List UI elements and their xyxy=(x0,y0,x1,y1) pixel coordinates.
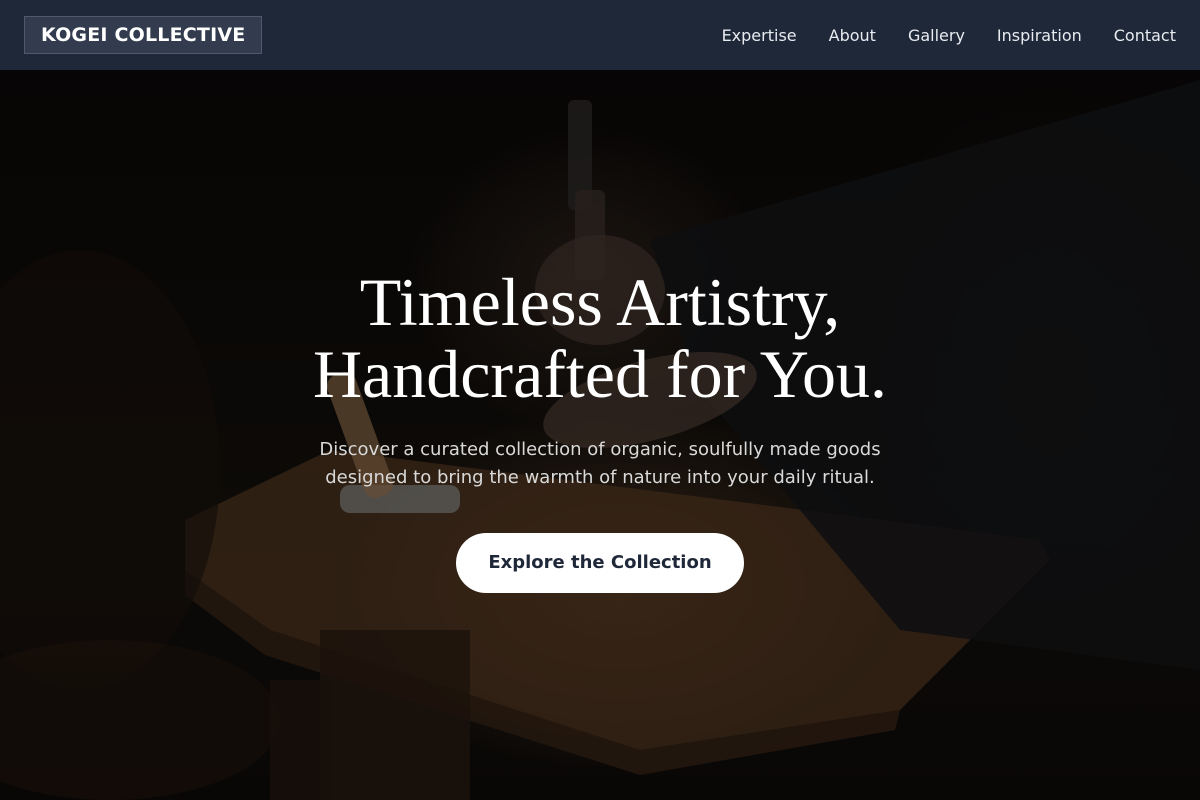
nav-link-contact[interactable]: Contact xyxy=(1114,26,1176,45)
hero-content: Timeless Artistry, Handcrafted for You. … xyxy=(0,266,1200,593)
brand-logo[interactable]: KOGEI COLLECTIVE xyxy=(24,16,263,54)
nav-link-about[interactable]: About xyxy=(829,26,876,45)
subtext-line-2: designed to bring the warmth of nature i… xyxy=(325,467,875,488)
headline-line-1: Timeless Artistry, xyxy=(359,264,841,340)
subtext-line-1: Discover a curated collection of organic… xyxy=(319,439,881,460)
explore-collection-button[interactable]: Explore the Collection xyxy=(456,533,744,593)
nav-link-gallery[interactable]: Gallery xyxy=(908,26,965,45)
nav-link-inspiration[interactable]: Inspiration xyxy=(997,26,1082,45)
hero-headline: Timeless Artistry, Handcrafted for You. xyxy=(0,266,1200,410)
main-nav: Expertise About Gallery Inspiration Cont… xyxy=(722,26,1176,45)
hero-subtext: Discover a curated collection of organic… xyxy=(270,436,930,492)
hero-section: Timeless Artistry, Handcrafted for You. … xyxy=(0,70,1200,800)
headline-line-2: Handcrafted for You. xyxy=(312,336,888,412)
nav-link-expertise[interactable]: Expertise xyxy=(722,26,797,45)
site-header: KOGEI COLLECTIVE Expertise About Gallery… xyxy=(0,0,1200,70)
